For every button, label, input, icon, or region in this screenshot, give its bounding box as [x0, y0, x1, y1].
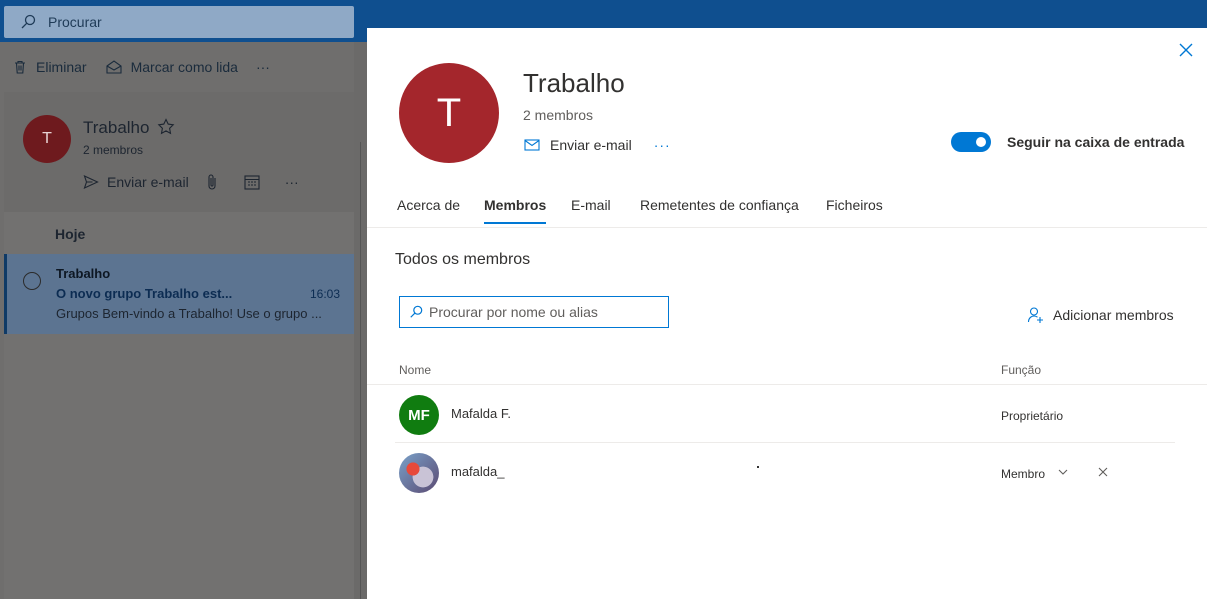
group-send-email-label: Enviar e-mail — [107, 174, 189, 190]
tab-trusted-senders[interactable]: Remetentes de confiança — [640, 197, 799, 213]
mark-read-label: Marcar como lida — [130, 59, 238, 75]
panel-tabs: Acerca de Membros E-mail Remetentes de c… — [367, 188, 1207, 228]
chevron-down-icon[interactable] — [1057, 466, 1069, 478]
remove-member-icon[interactable] — [1098, 467, 1108, 477]
table-row[interactable]: mafalda_ Membro — [395, 443, 1175, 501]
avatar: MF — [399, 395, 439, 435]
search-box[interactable]: Procurar — [4, 6, 354, 38]
date-group-header: Hoje — [55, 226, 86, 242]
member-name: mafalda_ — [451, 464, 505, 479]
stray-dot — [757, 466, 759, 468]
tab-about[interactable]: Acerca de — [397, 197, 460, 213]
group-header: T Trabalho 2 membros Enviar e-mail ··· — [4, 92, 354, 212]
calendar-icon — [244, 175, 260, 190]
mail-preview: Grupos Bem-vindo a Trabalho! Use o grupo… — [56, 306, 322, 321]
mail-list-area: Eliminar Marcar como lida ··· T Trabalho… — [0, 42, 367, 599]
member-role-dropdown[interactable]: Membro — [1001, 467, 1045, 481]
panel-title: Trabalho — [523, 68, 625, 98]
search-icon — [21, 14, 36, 29]
close-icon[interactable] — [1178, 42, 1194, 58]
member-role: Proprietário — [1001, 409, 1064, 423]
pane-divider — [354, 42, 367, 599]
mark-read-button[interactable]: Marcar como lida — [105, 59, 238, 75]
group-send-email-button[interactable]: Enviar e-mail — [83, 174, 189, 190]
group-actions: Enviar e-mail ··· — [83, 173, 315, 191]
envelope-open-icon — [106, 60, 122, 74]
tab-members[interactable]: Membros — [484, 197, 547, 224]
follow-label: Seguir na caixa de entrada — [1007, 134, 1185, 150]
group-pane: T Trabalho 2 membros Enviar e-mail ··· H… — [4, 92, 354, 599]
mail-time: 16:03 — [309, 287, 340, 301]
calendar-button[interactable] — [243, 173, 269, 191]
add-person-icon — [1027, 307, 1043, 323]
send-icon — [83, 174, 99, 190]
add-members-label: Adicionar membros — [1053, 307, 1174, 323]
search-icon — [410, 305, 423, 318]
divider-line — [360, 142, 361, 599]
members-table-header: Nome Função — [367, 358, 1207, 385]
group-more-button[interactable]: ··· — [285, 174, 299, 190]
panel-send-email-button[interactable]: Enviar e-mail — [550, 137, 632, 153]
column-role: Função — [1001, 363, 1042, 377]
members-section-title: Todos os membros — [395, 251, 531, 268]
group-avatar: T — [23, 115, 71, 163]
mail-subject: O novo grupo Trabalho est... — [56, 286, 233, 301]
panel-member-count: 2 membros — [523, 107, 594, 123]
more-commands-button[interactable]: ··· — [256, 59, 270, 75]
delete-button[interactable]: Eliminar — [12, 59, 87, 75]
toggle-knob — [976, 137, 986, 147]
star-icon[interactable] — [157, 118, 175, 136]
list-item[interactable]: Trabalho O novo grupo Trabalho est... 16… — [4, 254, 354, 334]
column-name: Nome — [399, 363, 432, 377]
panel-more-button[interactable]: ··· — [654, 137, 671, 153]
member-search-field[interactable] — [399, 296, 669, 328]
trash-icon — [15, 60, 25, 74]
select-radio[interactable] — [23, 272, 41, 290]
group-member-count: 2 membros — [83, 143, 144, 157]
delete-label: Eliminar — [36, 59, 87, 75]
panel-group-avatar: T — [399, 63, 499, 163]
panel-actions: Enviar e-mail ··· — [524, 137, 671, 153]
tab-files[interactable]: Ficheiros — [826, 197, 883, 213]
member-name: Mafalda F. — [451, 406, 511, 421]
group-details-panel: T Trabalho 2 membros Enviar e-mail ··· S… — [367, 28, 1207, 599]
avatar — [399, 453, 439, 493]
member-search-input[interactable] — [429, 304, 659, 320]
add-members-button[interactable]: Adicionar membros — [1027, 306, 1174, 324]
follow-toggle[interactable] — [951, 132, 991, 152]
table-row[interactable]: MF Mafalda F. Proprietário — [395, 385, 1175, 443]
mail-sender: Trabalho — [56, 266, 111, 281]
attachment-button[interactable] — [205, 173, 227, 191]
group-name[interactable]: Trabalho — [83, 118, 149, 138]
tab-email[interactable]: E-mail — [571, 197, 611, 213]
paperclip-icon — [208, 174, 216, 190]
mail-icon — [524, 139, 540, 151]
search-placeholder: Procurar — [48, 14, 102, 30]
command-bar: Eliminar Marcar como lida ··· — [0, 42, 367, 92]
more-commands-label: ··· — [255, 59, 270, 75]
